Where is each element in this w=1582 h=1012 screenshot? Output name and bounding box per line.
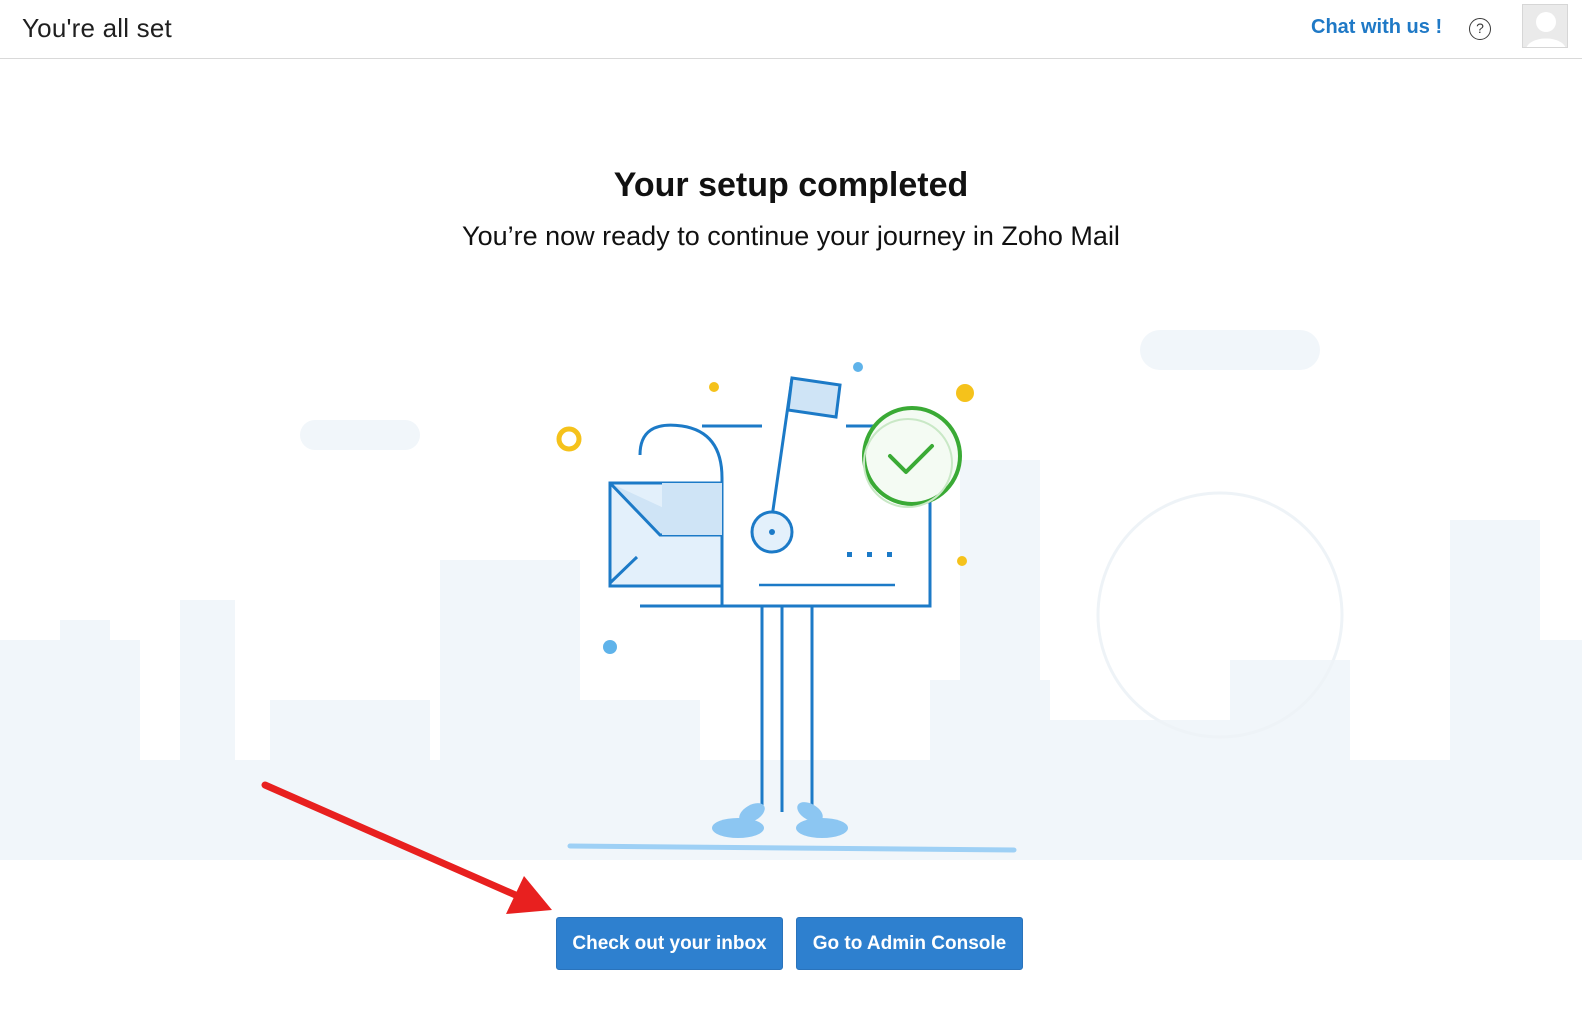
envelope-icon bbox=[608, 481, 724, 588]
user-avatar-icon[interactable] bbox=[1522, 4, 1568, 48]
admin-console-button[interactable]: Go to Admin Console bbox=[796, 917, 1023, 970]
yellow-dot bbox=[957, 556, 967, 566]
yellow-dot bbox=[709, 382, 719, 392]
check-inbox-button[interactable]: Check out your inbox bbox=[556, 917, 783, 970]
yellow-ring-dot bbox=[556, 426, 582, 452]
page-subtitle: You’re now ready to continue your journe… bbox=[462, 221, 1120, 251]
mailbox-illustration bbox=[556, 362, 1017, 853]
yellow-dot bbox=[956, 384, 974, 402]
chat-with-us-link[interactable]: Chat with us ! bbox=[1311, 16, 1442, 39]
blue-dot bbox=[603, 640, 617, 654]
blue-dot bbox=[853, 362, 863, 372]
help-icon[interactable]: ? bbox=[1469, 18, 1491, 40]
red-arrow-annotation bbox=[261, 781, 552, 914]
page-title: Your setup completed bbox=[613, 166, 969, 204]
mailbox-flag bbox=[750, 376, 842, 554]
success-check-icon bbox=[862, 406, 962, 508]
setup-complete-page: You're all set Chat with us ! ? Your set… bbox=[0, 0, 1582, 1012]
top-header: You're all set Chat with us ! ? bbox=[0, 0, 1582, 59]
header-title: You're all set bbox=[22, 13, 172, 43]
water-splash bbox=[712, 802, 848, 838]
